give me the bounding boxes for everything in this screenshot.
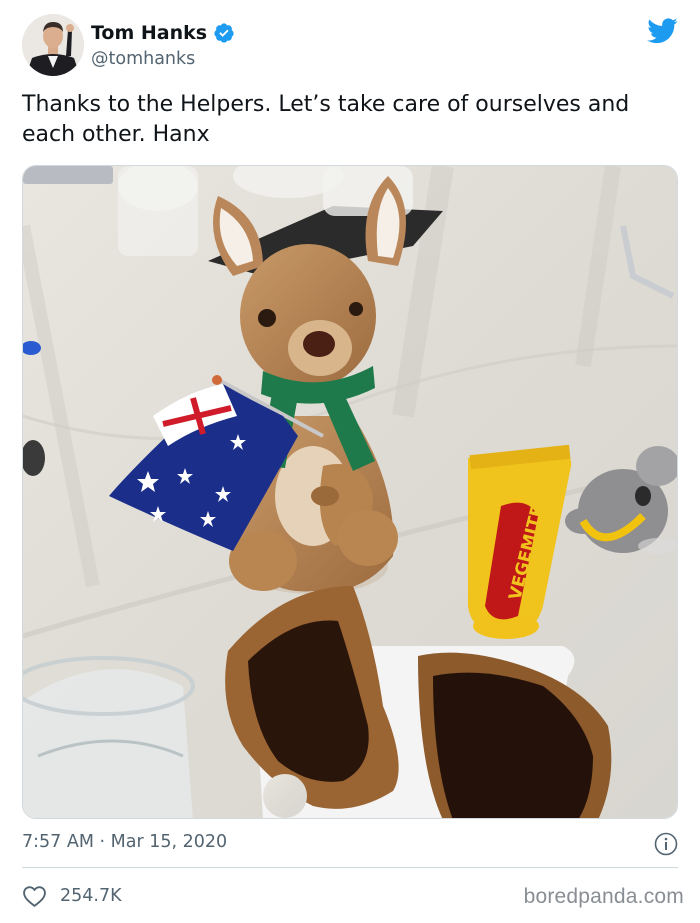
twitter-bird-icon[interactable] bbox=[647, 18, 678, 44]
tweet-card: Tom Hanks @tomhanks Thanks to the Helper… bbox=[0, 0, 700, 923]
info-icon[interactable] bbox=[654, 832, 678, 856]
author-name-row[interactable]: Tom Hanks bbox=[91, 22, 235, 44]
divider bbox=[22, 867, 678, 868]
heart-icon[interactable] bbox=[22, 884, 47, 908]
tweet-timestamp[interactable]: 7:57 AM · Mar 15, 2020 bbox=[22, 831, 227, 853]
author-display-name[interactable]: Tom Hanks bbox=[91, 22, 207, 44]
like-button[interactable]: 254.7K bbox=[22, 882, 122, 910]
tweet-photo[interactable]: VEGEMITE bbox=[22, 165, 678, 819]
tweet-text: Thanks to the Helpers. Let’s take care o… bbox=[22, 92, 630, 147]
like-count: 254.7K bbox=[60, 886, 122, 906]
verified-badge-icon bbox=[214, 23, 234, 43]
avatar[interactable] bbox=[22, 14, 84, 76]
watermark: boredpanda.com bbox=[523, 885, 684, 908]
author-handle[interactable]: @tomhanks bbox=[91, 49, 195, 69]
